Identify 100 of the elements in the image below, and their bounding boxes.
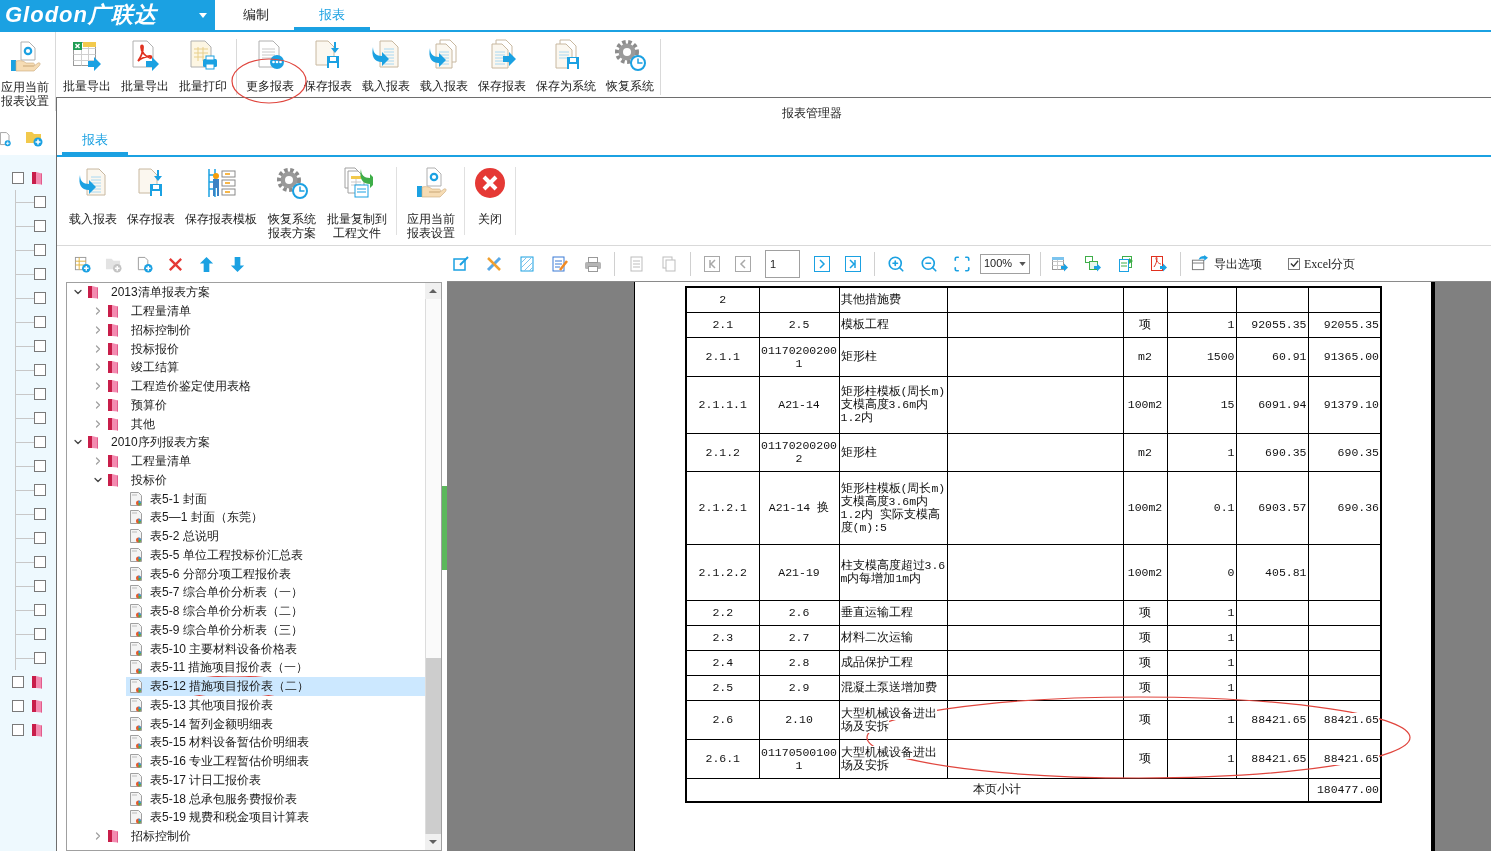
table-cell: 2 — [686, 287, 759, 312]
checkbox[interactable] — [34, 196, 46, 208]
book-icon — [31, 699, 43, 713]
scroll-down-icon[interactable] — [425, 834, 441, 850]
load-report-button[interactable]: 载入报表 — [415, 39, 473, 93]
batch-export-button[interactable]: 批量导出 — [58, 39, 116, 93]
book-icon — [87, 285, 99, 300]
page-number-field[interactable]: 1 — [765, 249, 800, 278]
checkbox[interactable] — [1288, 257, 1300, 270]
load-report-button[interactable]: 载入报表 — [64, 167, 122, 226]
spreadsheet-plus-icon[interactable] — [74, 255, 91, 273]
tab[interactable]: 编制 — [218, 0, 294, 30]
checkbox[interactable] — [34, 220, 46, 232]
save-report-button[interactable]: 保存报表 — [299, 39, 357, 93]
notepad-pencil-icon[interactable] — [551, 254, 569, 273]
checkbox[interactable] — [34, 580, 46, 592]
gear-clock-icon — [275, 167, 308, 199]
checkbox[interactable] — [34, 364, 46, 376]
close-button[interactable]: 关闭 — [469, 167, 511, 226]
checkbox[interactable] — [34, 316, 46, 328]
last-page-icon[interactable] — [844, 254, 862, 273]
zoom-select[interactable]: 100% — [980, 253, 1030, 274]
checkbox[interactable] — [34, 388, 46, 400]
pencil-ruler-icon[interactable] — [485, 254, 503, 273]
book-icon — [107, 397, 119, 412]
gear-clock-icon — [614, 39, 646, 71]
apply-settings-button[interactable]: 应用当前报表设置 — [0, 41, 49, 108]
book-icon — [107, 829, 119, 844]
hatched-page-icon[interactable] — [518, 254, 536, 273]
table-export-icon[interactable] — [1051, 254, 1069, 273]
fit-screen-icon[interactable] — [953, 254, 971, 273]
book-icon — [107, 322, 119, 337]
batch-copy-button[interactable]: 批量复制到工程文件 — [321, 167, 392, 240]
table-cell: 柱支模高度超过3.6m内每增加1m内 — [839, 544, 947, 600]
checkbox[interactable] — [34, 604, 46, 616]
report-document-icon — [130, 622, 142, 637]
table-cell — [1236, 625, 1308, 650]
arrow-down-icon[interactable] — [229, 255, 246, 273]
checkbox[interactable] — [34, 268, 46, 280]
table-cell: 100m2 — [1123, 376, 1167, 433]
save-report-button[interactable]: 保存报表 — [122, 167, 180, 226]
save-report-button[interactable]: 保存报表 — [473, 39, 531, 93]
scroll-up-icon[interactable] — [425, 283, 441, 299]
restore-system-button[interactable]: 恢复系统 — [601, 39, 659, 93]
pdf-export-icon[interactable] — [1150, 254, 1168, 273]
table-cell: 6091.94 — [1236, 376, 1308, 433]
folder-plus-icon[interactable] — [25, 129, 43, 147]
document-plus-icon[interactable] — [0, 131, 12, 147]
checkbox[interactable] — [34, 244, 46, 256]
checkbox[interactable] — [12, 172, 24, 184]
arrow-up-icon[interactable] — [198, 255, 215, 273]
edit-square-icon[interactable] — [452, 254, 470, 273]
export-options-button[interactable]: 导出选项 — [1191, 254, 1262, 273]
table-cell: 100m2 — [1123, 471, 1167, 544]
scrollbar-thumb[interactable] — [426, 658, 441, 834]
batch-export-button[interactable]: 批量导出 — [116, 39, 174, 93]
apply-settings-button[interactable]: 应用当前报表设置 — [401, 167, 460, 240]
checkbox[interactable] — [34, 412, 46, 424]
zoom-out-icon[interactable] — [920, 254, 938, 273]
table-cell: 大型机械设备进出场及安拆 — [839, 739, 947, 778]
checkbox[interactable] — [12, 724, 24, 736]
checkbox[interactable] — [34, 652, 46, 664]
load-report-button[interactable]: 载入报表 — [357, 39, 415, 93]
batch-print-button[interactable]: 批量打印 — [174, 39, 232, 93]
table-cell: 2.6 — [759, 600, 839, 625]
table-cell: 2.1.2.1 — [686, 471, 759, 544]
table-cell: 1 — [1167, 739, 1236, 778]
checkbox[interactable] — [12, 676, 24, 688]
next-page-icon[interactable] — [813, 254, 831, 273]
save-as-system-button[interactable]: 保存为系统 — [531, 39, 601, 93]
zoom-in-icon[interactable] — [887, 254, 905, 273]
window-arrow-icon — [1191, 255, 1208, 272]
book-icon — [87, 435, 99, 450]
document-arrow-icon — [77, 167, 109, 199]
checkbox[interactable] — [34, 628, 46, 640]
checkbox[interactable] — [34, 508, 46, 520]
checkbox[interactable] — [34, 556, 46, 568]
book-icon — [107, 341, 119, 356]
more-reports-button[interactable]: 更多报表 — [241, 39, 299, 93]
restore-scheme-button[interactable]: 恢复系统报表方案 — [262, 167, 321, 240]
table-cell: 矩形柱模板(周长m) 支模高度3.6m内 1.2内 实际支模高度(m):5 — [839, 471, 947, 544]
document-plus-icon[interactable] — [136, 255, 153, 273]
table-cell: 1 — [1167, 312, 1236, 337]
grid-export-icon[interactable] — [1084, 254, 1102, 273]
dialog-title: 报表管理器 — [782, 105, 842, 122]
checkbox[interactable] — [34, 340, 46, 352]
checkbox[interactable] — [34, 436, 46, 448]
printer-icon[interactable] — [584, 254, 602, 273]
table-cell: 矩形柱模板(周长m) 支模高度3.6m内 1.2内 — [839, 376, 947, 433]
table-cell: 垂直运输工程 — [839, 600, 947, 625]
checkbox[interactable] — [34, 484, 46, 496]
table-cell: 2.4 — [686, 650, 759, 675]
checkbox[interactable] — [34, 292, 46, 304]
checkbox[interactable] — [12, 700, 24, 712]
table-cell: 2.1.1 — [686, 337, 759, 376]
checkbox[interactable] — [34, 460, 46, 472]
checkbox[interactable] — [34, 532, 46, 544]
documents-export-icon[interactable] — [1117, 254, 1135, 273]
delete-icon[interactable] — [167, 255, 184, 273]
save-template-button[interactable]: 保存报表模板 — [180, 167, 262, 226]
